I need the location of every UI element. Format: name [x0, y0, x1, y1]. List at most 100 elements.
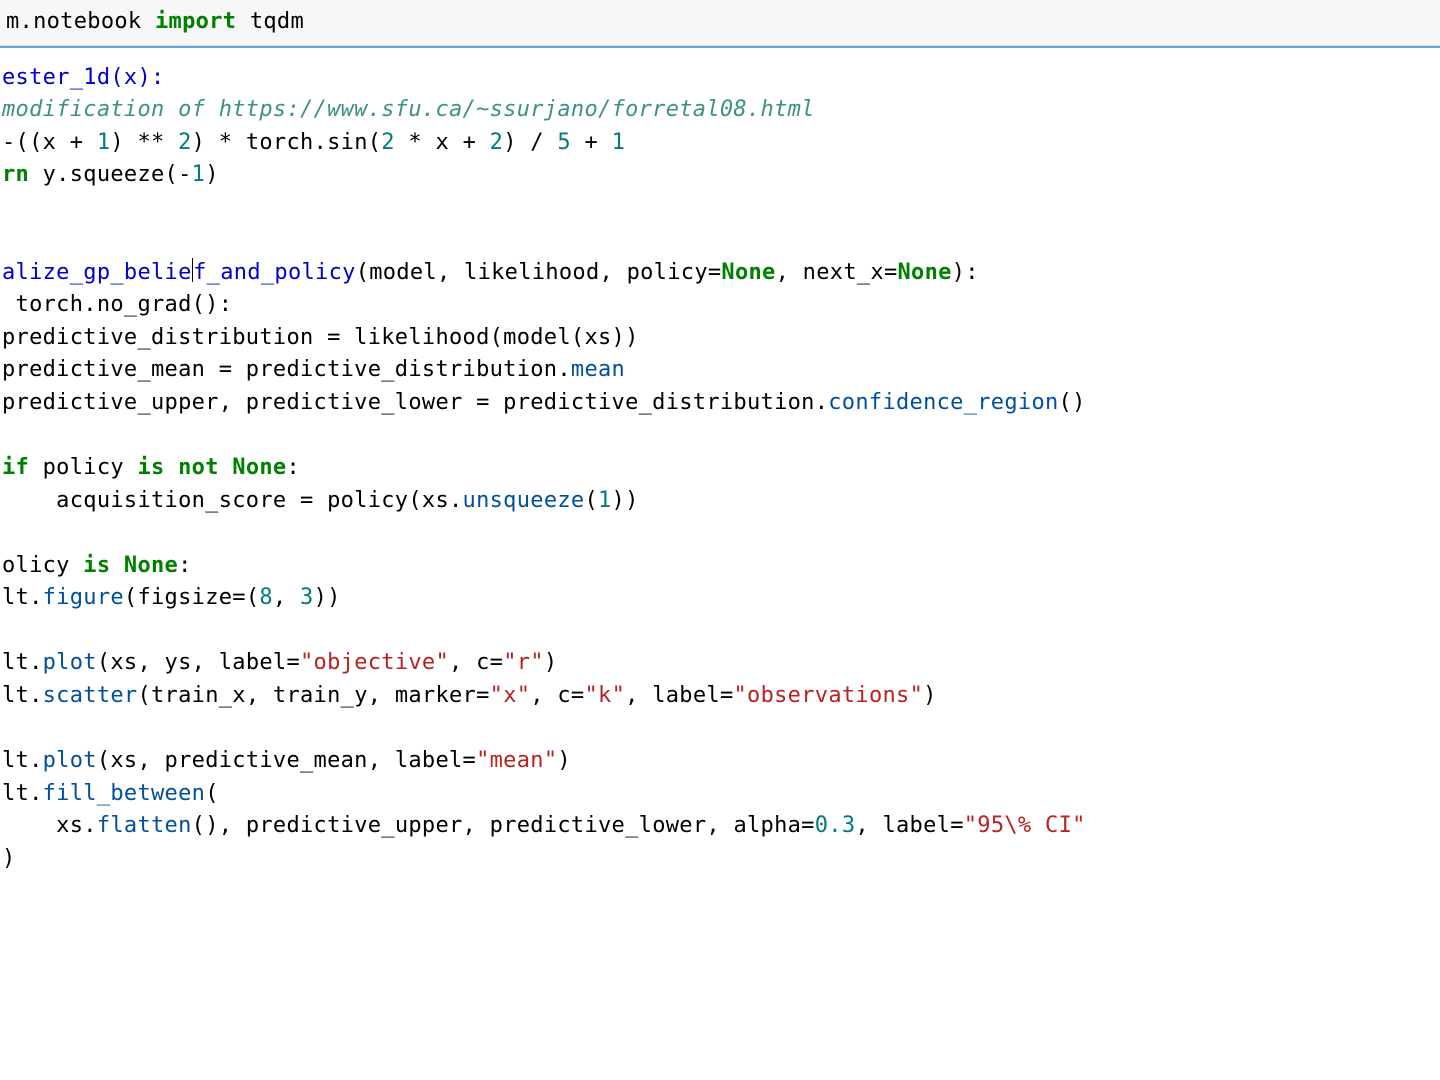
code-text: olicy: [2, 553, 83, 578]
code-text: -((x +: [2, 130, 97, 155]
code-line[interactable]: lt.plot(xs, ys, label="objective", c="r"…: [0, 647, 1440, 680]
code-text: xs.: [2, 813, 97, 838]
code-line[interactable]: m.notebook import tqdm: [4, 6, 1440, 39]
number-literal: 0.3: [815, 813, 856, 838]
code-line[interactable]: rn y.squeeze(-1): [0, 159, 1440, 192]
method-name: confidence_region: [828, 390, 1058, 415]
number-literal: 3: [300, 585, 314, 610]
code-text: ): [2, 846, 16, 871]
code-text: :: [178, 553, 192, 578]
code-text: lt.: [2, 748, 43, 773]
number-literal: 1: [192, 162, 206, 187]
number-literal: 8: [259, 585, 273, 610]
blank-line: [0, 517, 1440, 550]
code-text: )): [612, 488, 639, 513]
keyword-isnot: is not None: [137, 455, 286, 480]
code-line[interactable]: ester_1d(x):: [0, 62, 1440, 95]
code-text: , label=: [625, 683, 733, 708]
number-literal: 5: [557, 130, 571, 155]
number-literal: 1: [97, 130, 111, 155]
code-text: ) **: [110, 130, 178, 155]
code-text: (: [584, 488, 598, 513]
number-literal: 2: [490, 130, 504, 155]
method-name: fill_between: [43, 781, 206, 806]
code-comment[interactable]: modification of https://www.sfu.ca/~ssur…: [0, 94, 1440, 127]
code-text: (: [205, 781, 219, 806]
code-line[interactable]: acquisition_score = policy(xs.unsqueeze(…: [0, 485, 1440, 518]
string-literal: "x": [490, 683, 531, 708]
code-line[interactable]: xs.flatten(), predictive_upper, predicti…: [0, 810, 1440, 843]
code-text: lt.: [2, 781, 43, 806]
code-text: ): [544, 650, 558, 675]
code-text: predictive_upper, predictive_lower = pre…: [2, 390, 828, 415]
code-text: y.squeeze(-: [29, 162, 192, 187]
blank-line: [0, 224, 1440, 257]
code-text: )): [314, 585, 341, 610]
code-text: lt.: [2, 683, 43, 708]
method-name: unsqueeze: [463, 488, 585, 513]
keyword-isnone: is None: [83, 553, 178, 578]
blank-line: [0, 712, 1440, 745]
code-line[interactable]: lt.plot(xs, predictive_mean, label="mean…: [0, 745, 1440, 778]
func-name: f_and_policy: [193, 260, 356, 285]
keyword-return: rn: [2, 162, 29, 187]
code-line[interactable]: -((x + 1) ** 2) * torch.sin(2 * x + 2) /…: [0, 127, 1440, 160]
code-text: torch.no_grad():: [2, 292, 232, 317]
method-name: plot: [43, 650, 97, 675]
code-line[interactable]: olicy is None:: [0, 550, 1440, 583]
string-literal: "observations": [734, 683, 924, 708]
module-text: m.notebook: [6, 9, 155, 34]
code-text: , c=: [449, 650, 503, 675]
code-text: predictive_mean = predictive_distributio…: [2, 357, 571, 382]
code-text: ) * torch.sin(: [192, 130, 382, 155]
keyword-import: import: [155, 9, 236, 34]
method-name: figure: [43, 585, 124, 610]
code-line[interactable]: predictive_mean = predictive_distributio…: [0, 354, 1440, 387]
comment-text: modification of https://www.sfu.ca/~ssur…: [2, 97, 815, 122]
code-line[interactable]: lt.figure(figsize=(8, 3)): [0, 582, 1440, 615]
code-text: ):: [952, 260, 979, 285]
code-text: (xs, ys, label=: [97, 650, 300, 675]
func-name: ester_1d(x):: [2, 65, 165, 90]
code-line[interactable]: alize_gp_belief_and_policy(model, likeli…: [0, 257, 1440, 290]
code-text: (figsize=(: [124, 585, 259, 610]
number-literal: 2: [178, 130, 192, 155]
code-text: ): [923, 683, 937, 708]
keyword-none: None: [721, 260, 775, 285]
blank-line: [0, 192, 1440, 225]
code-line[interactable]: lt.fill_between(: [0, 778, 1440, 811]
code-line[interactable]: ): [0, 843, 1440, 876]
code-text: (), predictive_upper, predictive_lower, …: [192, 813, 815, 838]
code-line[interactable]: torch.no_grad():: [0, 289, 1440, 322]
code-text: policy: [29, 455, 137, 480]
code-text: ) /: [503, 130, 557, 155]
code-text: :: [286, 455, 300, 480]
code-text: * x +: [395, 130, 490, 155]
code-line[interactable]: predictive_upper, predictive_lower = pre…: [0, 387, 1440, 420]
code-text: ): [205, 162, 219, 187]
code-text: , c=: [530, 683, 584, 708]
code-line[interactable]: predictive_distribution = likelihood(mod…: [0, 322, 1440, 355]
func-name: alize_gp_belie: [2, 260, 192, 285]
code-text: lt.: [2, 585, 43, 610]
code-line[interactable]: if policy is not None:: [0, 452, 1440, 485]
code-text: , next_x=: [776, 260, 898, 285]
method-name: flatten: [97, 813, 192, 838]
code-cell-main[interactable]: ester_1d(x): modification of https://www…: [0, 46, 1440, 876]
method-name: mean: [571, 357, 625, 382]
method-name: scatter: [43, 683, 138, 708]
code-text: (model, likelihood, policy=: [356, 260, 722, 285]
code-text: acquisition_score = policy(xs.: [2, 488, 463, 513]
string-literal: "r": [503, 650, 544, 675]
code-cell-import[interactable]: m.notebook import tqdm: [0, 0, 1440, 46]
code-line[interactable]: lt.scatter(train_x, train_y, marker="x",…: [0, 680, 1440, 713]
string-literal: "mean": [476, 748, 557, 773]
number-literal: 1: [612, 130, 626, 155]
code-text: ,: [273, 585, 300, 610]
string-literal: "objective": [300, 650, 449, 675]
string-literal: "95\% CI": [964, 813, 1086, 838]
code-text: lt.: [2, 650, 43, 675]
code-text: (xs, predictive_mean, label=: [97, 748, 476, 773]
blank-line: [0, 615, 1440, 648]
number-literal: 1: [598, 488, 612, 513]
